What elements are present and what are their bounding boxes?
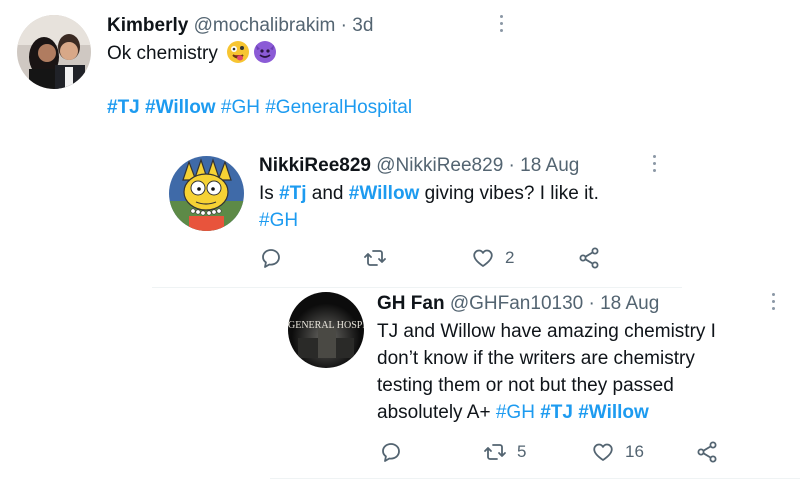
display-name[interactable]: GH Fan: [377, 293, 445, 314]
tweet-header: Kimberly @mochalibrakim · 3d: [107, 14, 373, 38]
reply-button[interactable]: [379, 440, 413, 464]
hashtag-tj[interactable]: #TJ: [540, 402, 573, 423]
tweet-header: NikkiRee829 @NikkiRee829 · 18 Aug: [259, 154, 579, 178]
separator-dot: ·: [508, 155, 515, 176]
retweet-button[interactable]: 5: [483, 440, 526, 464]
like-icon: [593, 443, 613, 461]
retweet-icon: [364, 250, 386, 266]
hashtag-willow[interactable]: #Willow: [145, 97, 216, 118]
retweet-icon: [484, 444, 506, 460]
tweet-header: GH Fan @GHFan10130 · 18 Aug: [377, 292, 659, 316]
hashtag-gh[interactable]: #GH: [496, 402, 535, 423]
timestamp[interactable]: 3d: [352, 15, 373, 36]
hashtag-line: #TJ #Willow #GH #GeneralHospital: [107, 94, 412, 121]
text-segment: giving vibes? I like it.: [419, 183, 599, 204]
reply-button[interactable]: [259, 246, 293, 270]
tweet-ghfan[interactable]: GENERAL HOSPITAL GH Fan @GHFan10130 · 18…: [0, 288, 800, 480]
reply-icon: [262, 249, 280, 268]
timestamp[interactable]: 18 Aug: [520, 155, 579, 176]
zany-face-emoji: [227, 41, 250, 63]
like-count: 16: [625, 442, 644, 461]
avatar-logo-text: GENERAL HOSPITAL: [288, 320, 364, 331]
share-button[interactable]: [577, 246, 601, 270]
avatar[interactable]: [17, 15, 91, 89]
text-segment: absolutely A+: [377, 402, 496, 423]
hashtag-tj[interactable]: #TJ: [107, 97, 140, 118]
share-icon: [697, 441, 717, 463]
text-line: testing them or not but they passed: [377, 375, 674, 396]
display-name[interactable]: NikkiRee829: [259, 155, 371, 176]
like-icon: [473, 249, 493, 267]
share-icon: [579, 247, 599, 269]
user-handle[interactable]: @mochalibrakim: [194, 15, 336, 36]
avatar[interactable]: GENERAL HOSPITAL: [288, 292, 364, 368]
hashtag-willow[interactable]: #Willow: [349, 183, 420, 204]
tweet-actions: 5 16: [379, 440, 739, 470]
retweet-count: 5: [517, 442, 527, 461]
reply-icon: [382, 443, 400, 462]
avatar[interactable]: [169, 156, 244, 231]
hashtag-willow[interactable]: #Willow: [578, 402, 649, 423]
separator-dot: ·: [588, 293, 595, 314]
text-line-with-tags: absolutely A+ #GH #TJ #Willow: [377, 399, 787, 426]
more-icon[interactable]: [498, 15, 504, 35]
share-button[interactable]: [695, 440, 719, 464]
text-segment: and: [306, 183, 349, 204]
text-line: TJ and Willow have amazing chemistry I: [377, 321, 716, 342]
separator-dot: ·: [340, 15, 347, 36]
tweet-text: Is #Tj and #Willow giving vibes? I like …: [259, 180, 739, 234]
divider: [270, 478, 800, 479]
smiling-imp-emoji: [254, 41, 277, 63]
like-button[interactable]: 2: [471, 246, 514, 270]
more-icon[interactable]: [770, 293, 776, 313]
tweet-actions: 2: [259, 246, 619, 276]
like-button[interactable]: 16: [591, 440, 644, 464]
timestamp[interactable]: 18 Aug: [600, 293, 659, 314]
tweet-kimberly[interactable]: Kimberly @mochalibrakim · 3d Ok chemistr…: [0, 0, 800, 135]
user-handle[interactable]: @GHFan10130: [450, 293, 583, 314]
like-count: 2: [505, 248, 515, 267]
retweet-button[interactable]: [363, 246, 397, 270]
text-segment: Is: [259, 183, 280, 204]
tweet-text: TJ and Willow have amazing chemistry I d…: [377, 318, 787, 426]
text-line: don’t know if the writers are chemistry: [377, 348, 695, 369]
hashtag-gh[interactable]: #GH: [259, 210, 298, 231]
more-icon[interactable]: [651, 155, 657, 175]
hashtag-gh[interactable]: #GH: [221, 97, 260, 118]
user-handle[interactable]: @NikkiRee829: [376, 155, 503, 176]
hashtag-tj[interactable]: #Tj: [279, 183, 306, 204]
hashtag-generalhospital[interactable]: #GeneralHospital: [265, 97, 412, 118]
tweet-text-content: Ok chemistry: [107, 43, 218, 64]
tweet-text: Ok chemistry: [107, 40, 707, 67]
tweet-nikkiree829[interactable]: NikkiRee829 @NikkiRee829 · 18 Aug Is #Tj…: [0, 140, 800, 285]
display-name[interactable]: Kimberly: [107, 15, 188, 36]
